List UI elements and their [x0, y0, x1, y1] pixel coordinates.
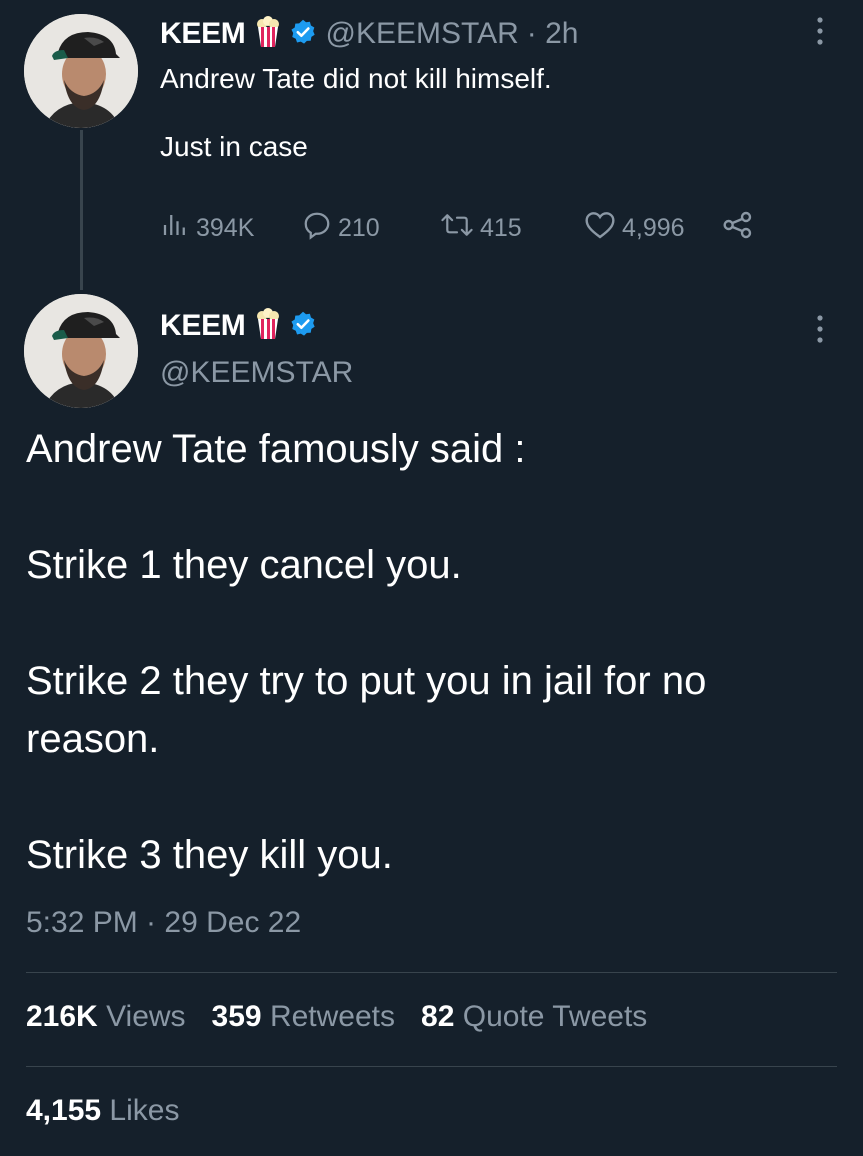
reply-icon — [302, 210, 338, 247]
divider — [26, 972, 837, 973]
reply-action[interactable]: 210 — [302, 210, 380, 247]
views-stat-label: Views — [106, 1000, 186, 1033]
avatar[interactable] — [24, 14, 138, 128]
views-icon — [160, 210, 196, 247]
more-icon[interactable] — [815, 16, 825, 51]
tweet-stats: 216K Views 359 Retweets 82 Quote Tweets — [26, 1000, 673, 1034]
time-ago[interactable]: · 2h — [527, 17, 579, 51]
likes-stat-label: Likes — [109, 1094, 180, 1127]
handle[interactable]: @KEEMSTAR — [325, 17, 518, 51]
retweet-icon — [440, 210, 480, 247]
like-icon — [584, 210, 622, 247]
thread-line — [80, 130, 83, 290]
retweet-action[interactable]: 415 — [440, 210, 522, 247]
verified-icon — [289, 18, 317, 51]
verified-icon — [289, 310, 317, 343]
quotes-stat-label: Quote Tweets — [462, 1000, 648, 1033]
share-icon — [722, 210, 760, 247]
avatar[interactable] — [24, 294, 138, 408]
views-stat[interactable]: 216K Views — [26, 1000, 186, 1034]
handle[interactable]: @KEEMSTAR — [160, 356, 353, 390]
likes-stat-count: 4,155 — [26, 1094, 102, 1127]
reply-tweet-header: KEEM @KEEMSTAR · 2h — [160, 14, 578, 54]
divider — [26, 1066, 837, 1067]
retweets-stat-label: Retweets — [269, 1000, 396, 1033]
main-tweet-text: Andrew Tate famously said : Strike 1 the… — [26, 427, 707, 877]
display-name[interactable]: KEEM — [160, 17, 246, 51]
more-icon[interactable] — [815, 314, 825, 349]
views-stat-count: 216K — [26, 1000, 98, 1033]
retweets-stat[interactable]: 359 Retweets — [212, 1000, 395, 1034]
retweets-stat-count: 359 — [211, 1000, 262, 1033]
quotes-stat-count: 82 — [421, 1000, 455, 1033]
timestamp[interactable]: 5:32 PM · 29 Dec 22 — [26, 906, 301, 940]
like-action[interactable]: 4,996 — [584, 210, 685, 247]
likes-stat[interactable]: 4,155 Likes — [26, 1094, 179, 1128]
popcorn-icon — [255, 15, 281, 53]
reply-tweet-text: Andrew Tate did not kill himself. Just i… — [160, 63, 552, 162]
like-count: 4,996 — [622, 213, 685, 242]
share-action[interactable] — [722, 210, 760, 247]
quotes-stat[interactable]: 82 Quote Tweets — [421, 1000, 647, 1034]
retweet-count: 415 — [480, 213, 522, 242]
reply-count: 210 — [338, 213, 380, 242]
display-name[interactable]: KEEM — [160, 309, 246, 343]
views-action[interactable]: 394K — [160, 210, 254, 247]
main-tweet-header: KEEM — [160, 306, 317, 346]
views-count: 394K — [196, 213, 255, 242]
popcorn-icon — [255, 307, 281, 345]
